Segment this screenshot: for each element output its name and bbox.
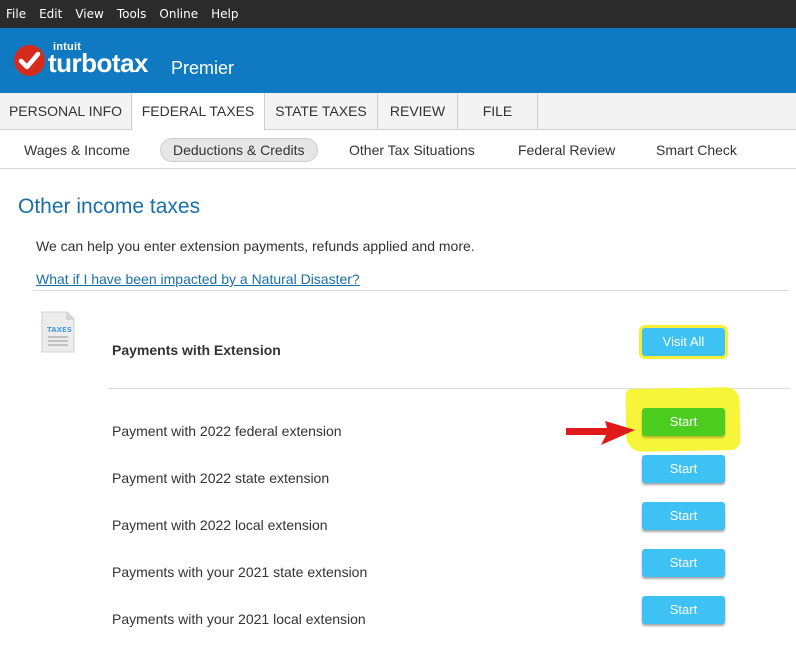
- page-title: Other income taxes: [18, 195, 201, 218]
- row-label-2022-local-extension: Payment with 2022 local extension: [112, 517, 328, 533]
- taxes-icon-label: TAXES: [47, 326, 72, 334]
- menu-view[interactable]: View: [75, 7, 103, 21]
- intro-text: We can help you enter extension payments…: [36, 238, 475, 254]
- subtab-smart-check[interactable]: Smart Check: [656, 138, 737, 162]
- tab-federal-taxes[interactable]: FEDERAL TAXES: [132, 93, 265, 131]
- subtab-deductions-credits[interactable]: Deductions & Credits: [160, 138, 318, 162]
- menu-edit[interactable]: Edit: [39, 7, 62, 21]
- row-label-2021-state-extension: Payments with your 2021 state extension: [112, 564, 368, 580]
- subtab-federal-review[interactable]: Federal Review: [518, 138, 615, 162]
- menu-file[interactable]: File: [6, 7, 26, 21]
- start-button-2022-federal-extension[interactable]: Start: [642, 408, 725, 436]
- menu-help[interactable]: Help: [211, 7, 238, 21]
- row-label-2021-local-extension: Payments with your 2021 local extension: [112, 611, 366, 627]
- edition-label: Premier: [171, 58, 235, 78]
- tab-personal-info[interactable]: PERSONAL INFO: [0, 93, 132, 130]
- checkmark-logo-icon: [14, 45, 45, 76]
- start-button-2021-state-extension[interactable]: Start: [642, 549, 725, 577]
- section-title: Payments with Extension: [112, 342, 281, 358]
- start-button-2022-state-extension[interactable]: Start: [642, 455, 725, 483]
- taxes-document-icon: TAXES: [41, 311, 75, 353]
- brand-bar: intuit turbotax Premier: [0, 28, 796, 93]
- visit-all-button[interactable]: Visit All: [639, 325, 728, 359]
- divider: [33, 290, 789, 291]
- subtab-wages-income[interactable]: Wages & Income: [24, 138, 130, 162]
- subtab-other-tax-situations[interactable]: Other Tax Situations: [349, 138, 475, 162]
- start-button-2021-local-extension[interactable]: Start: [642, 596, 725, 624]
- row-label-2022-state-extension: Payment with 2022 state extension: [112, 470, 330, 486]
- turbotax-wordmark: turbotax: [48, 48, 149, 78]
- sub-nav: Wages & Income Deductions & Credits Othe…: [0, 130, 796, 169]
- tab-state-taxes[interactable]: STATE TAXES: [265, 93, 378, 130]
- menu-online[interactable]: Online: [159, 7, 198, 21]
- start-button-2022-local-extension[interactable]: Start: [642, 502, 725, 530]
- red-arrow-annotation: [566, 421, 635, 445]
- tab-file[interactable]: FILE: [458, 93, 538, 130]
- menu-bar: File Edit View Tools Online Help: [0, 0, 796, 28]
- tab-review[interactable]: REVIEW: [378, 93, 458, 130]
- menu-tools[interactable]: Tools: [117, 7, 147, 21]
- natural-disaster-link[interactable]: What if I have been impacted by a Natura…: [36, 271, 360, 287]
- main-nav: PERSONAL INFO FEDERAL TAXES STATE TAXES …: [0, 93, 796, 131]
- row-label-2022-federal-extension: Payment with 2022 federal extension: [112, 423, 342, 439]
